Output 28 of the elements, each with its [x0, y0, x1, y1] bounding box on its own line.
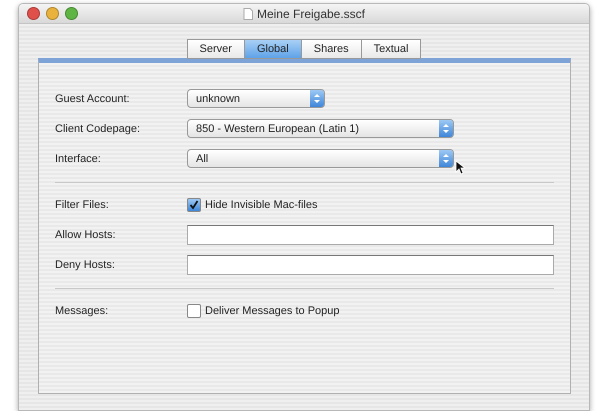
checkbox[interactable]	[187, 198, 201, 212]
field-label: Allow Hosts:	[55, 228, 117, 240]
field-label: Interface:	[55, 152, 102, 164]
input-field[interactable]	[187, 254, 554, 274]
tab[interactable]: Shares	[300, 39, 362, 59]
field-label: Messages:	[55, 304, 110, 316]
stepper-arrows-icon	[439, 120, 453, 137]
minimize-button[interactable]	[46, 7, 59, 20]
field-label: Client Codepage:	[55, 122, 142, 134]
field-label: Filter Files:	[55, 198, 110, 210]
close-button[interactable]	[27, 7, 40, 20]
zoom-button[interactable]	[65, 7, 78, 20]
field-label: Guest Account:	[55, 92, 131, 104]
checkbox-label: Deliver Messages to Popup	[205, 304, 340, 316]
popup-menu[interactable]: unknown	[187, 89, 325, 108]
tab[interactable]: Server	[186, 39, 245, 59]
tab[interactable]: Global	[244, 39, 302, 59]
input-field[interactable]	[187, 224, 554, 244]
checkbox[interactable]	[187, 304, 201, 318]
stepper-arrows-icon	[439, 150, 453, 167]
window-title: Meine Freigabe.sscf	[256, 6, 366, 20]
field-label: Deny Hosts:	[55, 258, 116, 270]
popup-menu[interactable]: All	[187, 149, 454, 168]
document-icon	[242, 8, 253, 20]
popup-menu[interactable]: 850 - Western European (Latin 1)	[187, 119, 454, 138]
stepper-arrows-icon	[310, 90, 324, 107]
checkbox-label: Hide Invisible Mac-files	[205, 198, 318, 210]
tab[interactable]: Textual	[360, 39, 422, 59]
